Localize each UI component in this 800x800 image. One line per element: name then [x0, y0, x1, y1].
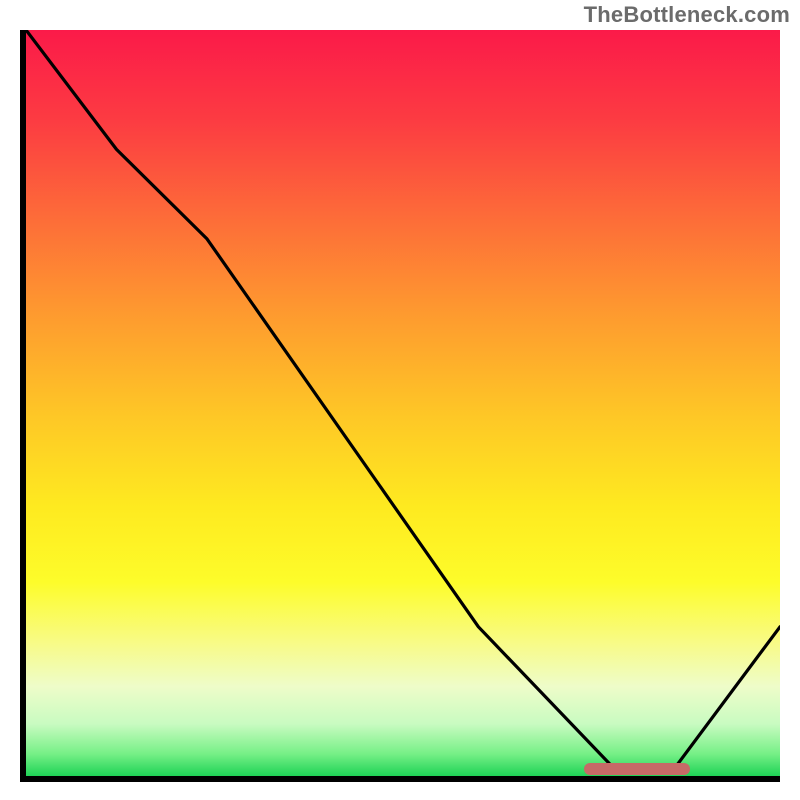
watermark-text: TheBottleneck.com: [584, 2, 790, 28]
chart-stage: TheBottleneck.com: [0, 0, 800, 800]
axes-frame: [20, 30, 780, 782]
